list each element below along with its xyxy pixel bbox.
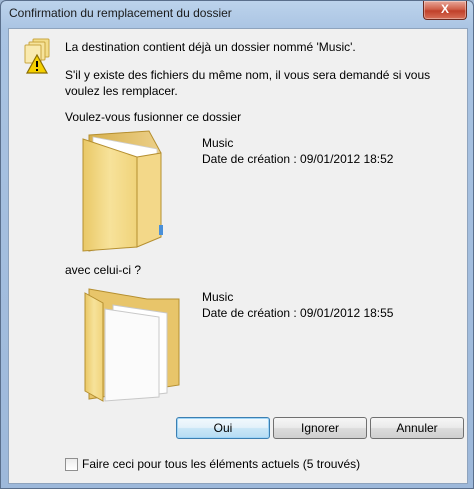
message-destination: La destination contient déjà un dossier … [65,40,356,54]
apply-all-label[interactable]: Faire ceci pour tous les éléments actuel… [82,457,360,471]
title-bar[interactable]: Confirmation du remplacement du dossier … [1,1,473,27]
folder-with-documents-icon [84,288,180,402]
source-folder-info: Music Date de création : 09/01/2012 18:5… [202,135,393,167]
cancel-button[interactable]: Annuler [370,417,464,439]
ignore-button[interactable]: Ignorer [273,417,367,439]
window-title: Confirmation du remplacement du dossier [9,6,232,20]
target-folder-date: Date de création : 09/01/2012 18:55 [202,306,394,320]
message-replace-info: S'il y existe des fichiers du même nom, … [65,68,431,98]
apply-all-checkbox[interactable] [65,458,78,471]
close-button[interactable]: X [423,1,467,20]
source-folder-name: Music [202,136,234,150]
source-folder-date: Date de création : 09/01/2012 18:52 [202,152,394,166]
dialog-window: Confirmation du remplacement du dossier … [0,0,474,489]
target-folder-name: Music [202,290,234,304]
folder-warning-icon [24,38,50,74]
dialog-content: La destination contient déjà un dossier … [8,28,468,484]
folder-icon [82,130,163,252]
target-folder-info: Music Date de création : 09/01/2012 18:5… [202,289,393,321]
message-merge-question: Voulez-vous fusionner ce dossier [65,110,242,124]
yes-button[interactable]: Oui [176,417,270,439]
with-this-label: avec celui-ci ? [65,263,142,277]
